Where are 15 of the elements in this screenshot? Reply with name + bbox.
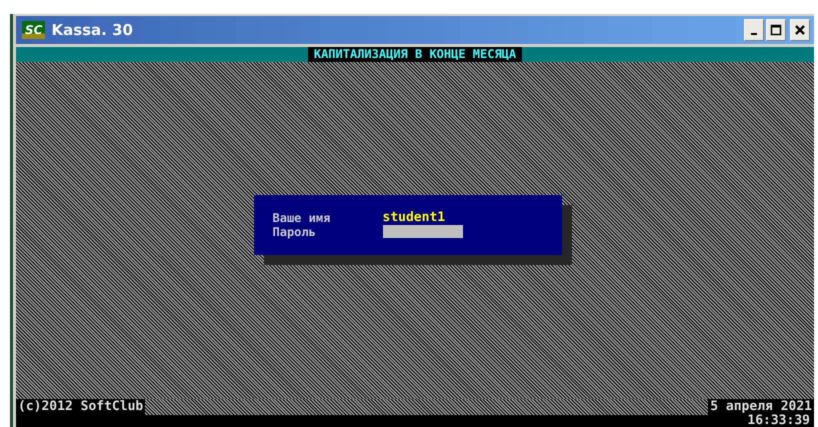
app-icon: SC (22, 21, 46, 39)
window-title: Kassa. 30 (51, 21, 134, 39)
time-text: 16:33:39 (747, 415, 811, 427)
maximize-icon (770, 24, 782, 36)
field-label: Пароль (272, 224, 317, 238)
minimize-button[interactable] (744, 19, 764, 41)
password-field[interactable] (382, 225, 462, 238)
field-label: Ваше имя (272, 210, 332, 224)
close-icon (794, 24, 806, 36)
close-button[interactable] (790, 19, 810, 41)
date-text: 5 апреля 2021 (708, 399, 814, 415)
minimize-icon (751, 33, 757, 35)
screen-title: КАПИТАЛИЗАЦИЯ В КОНЦЕ МЕСЯЦА (308, 47, 522, 62)
maximize-button[interactable] (766, 19, 786, 41)
username-field[interactable]: student1 (382, 210, 446, 225)
